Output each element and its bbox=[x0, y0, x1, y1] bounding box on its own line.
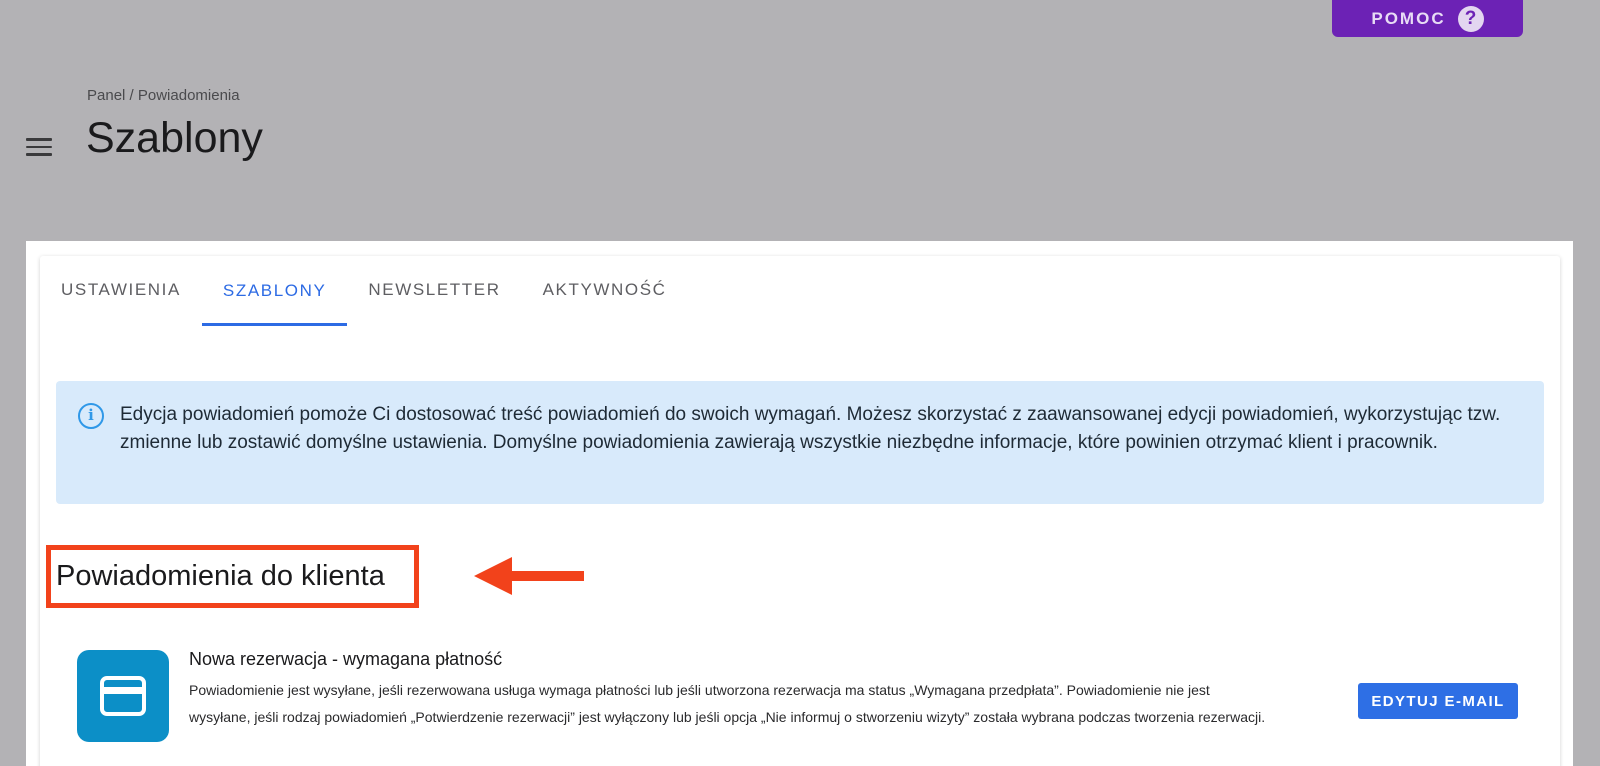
info-alert: i Edycja powiadomień pomoże Ci dostosowa… bbox=[56, 381, 1544, 504]
credit-card-icon bbox=[77, 650, 169, 742]
tab-ustawienia[interactable]: USTAWIENIA bbox=[40, 256, 202, 324]
card-glyph-icon bbox=[100, 676, 146, 716]
tab-szablony[interactable]: SZABLONY bbox=[201, 256, 348, 326]
help-label: POMOC bbox=[1371, 8, 1446, 28]
question-icon: ? bbox=[1457, 5, 1484, 32]
info-text: Edycja powiadomień pomoże Ci dostosować … bbox=[120, 404, 1501, 453]
edit-email-button[interactable]: EDYTUJ E-MAIL bbox=[1358, 683, 1518, 719]
tab-aktywnosc[interactable]: AKTYWNOŚĆ bbox=[522, 256, 688, 324]
notification-description: Powiadomienie jest wysyłane, jeśli rezer… bbox=[189, 682, 1266, 725]
page: POMOC ? Panel / Powiadomienia Szablony U… bbox=[0, 0, 1600, 766]
tab-bar: USTAWIENIA SZABLONY NEWSLETTER AKTYWNOŚĆ bbox=[40, 256, 688, 326]
help-button[interactable]: POMOC ? bbox=[1332, 0, 1523, 37]
arrow-left-icon bbox=[474, 557, 584, 595]
tab-newsletter[interactable]: NEWSLETTER bbox=[347, 256, 521, 324]
page-title: Szablony bbox=[86, 114, 263, 162]
notification-title: Nowa rezerwacja - wymagana płatność bbox=[189, 649, 503, 669]
info-icon: i bbox=[78, 403, 104, 429]
section-title: Powiadomienia do klienta bbox=[56, 560, 385, 592]
breadcrumb: Panel / Powiadomienia bbox=[87, 87, 240, 104]
hamburger-menu-icon[interactable] bbox=[26, 138, 52, 158]
section-title-highlight: Powiadomienia do klienta bbox=[46, 545, 419, 608]
